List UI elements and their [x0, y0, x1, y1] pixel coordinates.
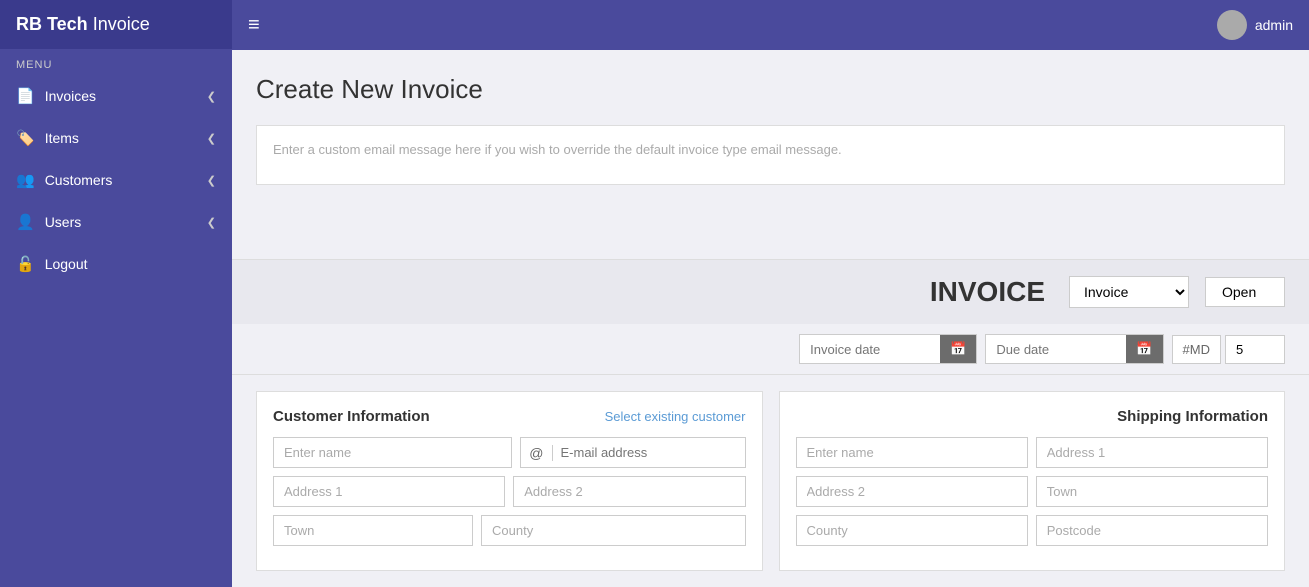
customer-town-input[interactable]	[273, 515, 473, 546]
shipping-address2-input[interactable]	[796, 476, 1028, 507]
users-icon: 👤	[16, 213, 35, 231]
brand-light: Invoice	[88, 14, 150, 34]
at-symbol: @	[521, 445, 552, 461]
chevron-icon-items: ❮	[207, 132, 216, 145]
email-message-box: Enter a custom email message here if you…	[256, 125, 1285, 185]
chevron-icon: ❮	[207, 90, 216, 103]
shipping-panel-header: Shipping Information	[796, 408, 1269, 425]
admin-label: admin	[1255, 17, 1293, 33]
customer-town-row	[273, 515, 746, 546]
sidebar-item-invoices[interactable]: 📄 Invoices ❮	[0, 75, 232, 117]
avatar	[1217, 10, 1247, 40]
invoice-number-input[interactable]	[1225, 335, 1285, 364]
sidebar-item-items-label: Items	[45, 130, 79, 146]
customer-address2-input[interactable]	[513, 476, 745, 507]
shipping-name-input[interactable]	[796, 437, 1028, 468]
invoice-status: Open	[1205, 277, 1285, 307]
sidebar-item-users[interactable]: 👤 Users ❮	[0, 201, 232, 243]
menu-label: MENU	[0, 49, 232, 75]
invoice-number-wrap: #MD	[1172, 335, 1285, 364]
items-icon: 🏷️	[16, 129, 35, 147]
shipping-name-address1-row	[796, 437, 1269, 468]
due-date-input[interactable]	[986, 336, 1126, 363]
sidebar-item-logout[interactable]: 🔓 Logout	[0, 243, 232, 285]
sidebar: RB Tech Invoice MENU 📄 Invoices ❮ 🏷️ Ite…	[0, 0, 232, 587]
invoices-icon: 📄	[16, 87, 35, 105]
logout-icon: 🔓	[16, 255, 35, 273]
brand-bold: RB Tech	[16, 14, 88, 34]
shipping-county-input[interactable]	[796, 515, 1028, 546]
invoice-date-calendar-button[interactable]: 📅	[940, 335, 976, 363]
shipping-postcode-input[interactable]	[1036, 515, 1268, 546]
hamburger-button[interactable]: ≡	[248, 14, 260, 37]
panels-row: Customer Information Select existing cus…	[232, 375, 1309, 587]
customer-panel-header: Customer Information Select existing cus…	[273, 408, 746, 425]
main-area: ≡ admin Create New Invoice Enter a custo…	[232, 0, 1309, 587]
sidebar-item-logout-label: Logout	[45, 256, 88, 272]
invoice-date-input[interactable]	[800, 336, 940, 363]
select-existing-customer-link[interactable]: Select existing customer	[605, 409, 746, 424]
topbar: ≡ admin	[232, 0, 1309, 50]
customer-panel-title: Customer Information	[273, 408, 430, 425]
due-date-wrap: 📅	[985, 334, 1163, 364]
invoice-prefix: #MD	[1172, 335, 1221, 364]
invoice-date-wrap: 📅	[799, 334, 977, 364]
due-date-calendar-button[interactable]: 📅	[1126, 335, 1162, 363]
customer-county-input[interactable]	[481, 515, 746, 546]
shipping-panel-title: Shipping Information	[1117, 408, 1268, 425]
customer-name-row: @	[273, 437, 746, 468]
customer-information-panel: Customer Information Select existing cus…	[256, 391, 763, 571]
sidebar-brand: RB Tech Invoice	[0, 0, 232, 49]
customer-address1-row	[273, 476, 746, 507]
date-row: 📅 📅 #MD	[232, 324, 1309, 375]
shipping-town-input[interactable]	[1036, 476, 1268, 507]
sidebar-item-users-label: Users	[45, 214, 82, 230]
topbar-right: admin	[1217, 10, 1293, 40]
chevron-icon-customers: ❮	[207, 174, 216, 187]
sidebar-item-customers[interactable]: 👥 Customers ❮	[0, 159, 232, 201]
content-area: Create New Invoice Enter a custom email …	[232, 50, 1309, 259]
invoice-type-select[interactable]: Invoice Quote Receipt	[1069, 276, 1189, 308]
customer-email-input[interactable]	[553, 438, 745, 467]
customers-icon: 👥	[16, 171, 35, 189]
customer-email-wrap: @	[520, 437, 745, 468]
shipping-address2-town-row	[796, 476, 1269, 507]
customer-address1-input[interactable]	[273, 476, 505, 507]
shipping-county-postcode-row	[796, 515, 1269, 546]
sidebar-item-customers-label: Customers	[45, 172, 113, 188]
invoice-label: INVOICE	[930, 276, 1045, 308]
shipping-address1-input[interactable]	[1036, 437, 1268, 468]
customer-name-input[interactable]	[273, 437, 512, 468]
shipping-information-panel: Shipping Information	[779, 391, 1286, 571]
email-placeholder-text: Enter a custom email message here if you…	[273, 142, 842, 157]
chevron-icon-users: ❮	[207, 216, 216, 229]
sidebar-item-items[interactable]: 🏷️ Items ❮	[0, 117, 232, 159]
sidebar-item-invoices-label: Invoices	[45, 88, 96, 104]
invoice-header: INVOICE Invoice Quote Receipt Open	[232, 259, 1309, 324]
page-title: Create New Invoice	[256, 74, 1285, 105]
